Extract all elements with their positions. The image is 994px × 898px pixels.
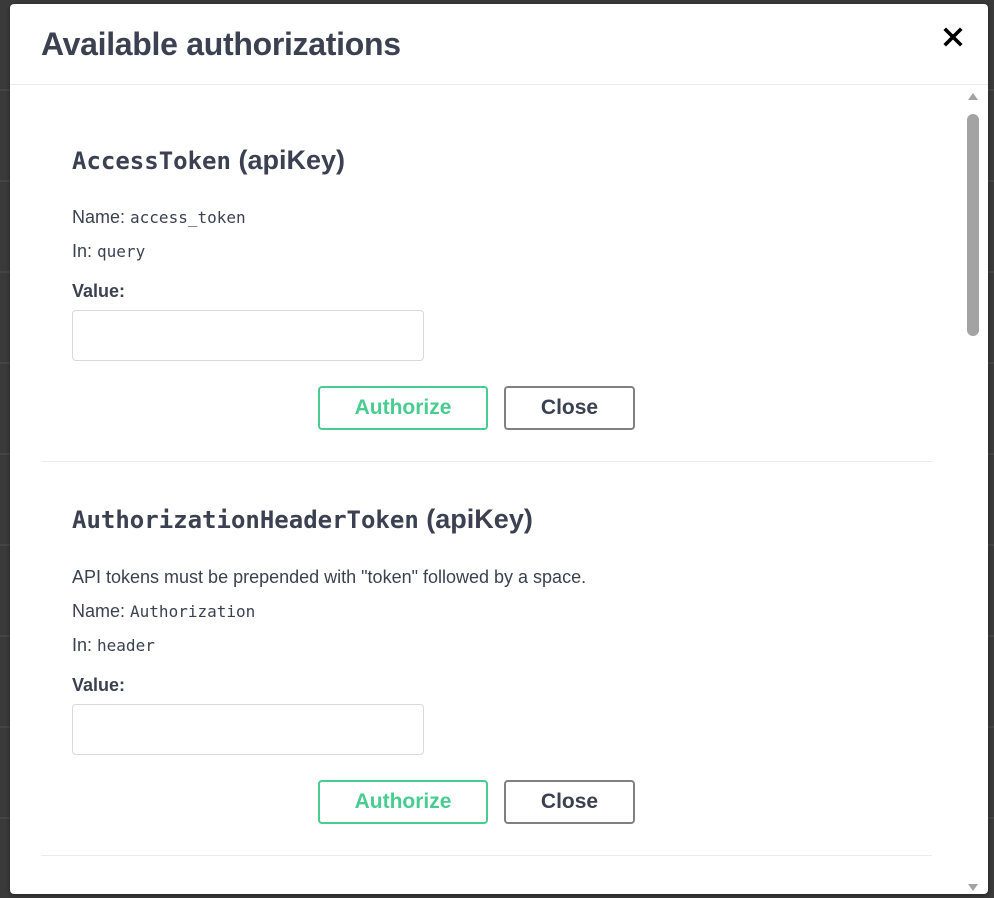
name-value: Authorization bbox=[130, 602, 256, 621]
authorize-button[interactable]: Authorize bbox=[318, 780, 488, 824]
value-label: Value: bbox=[72, 675, 126, 695]
auth-heading: AccessToken (apiKey) bbox=[72, 145, 345, 176]
auth-scheme-name: AccessToken bbox=[72, 147, 231, 175]
in-label: In: bbox=[72, 635, 93, 655]
close-button[interactable]: Close bbox=[504, 780, 635, 824]
name-label: Name: bbox=[72, 601, 126, 621]
in-value: query bbox=[97, 242, 146, 261]
access-token-value-input[interactable] bbox=[72, 310, 424, 361]
vertical-scrollbar[interactable] bbox=[966, 90, 980, 894]
modal-body: AccessToken (apiKey) Name: access_token … bbox=[10, 85, 988, 894]
auth-in-line: In: query bbox=[72, 241, 145, 262]
name-value: access_token bbox=[130, 208, 246, 227]
scrollbar-thumb[interactable] bbox=[967, 114, 979, 336]
authorize-button[interactable]: Authorize bbox=[318, 386, 488, 430]
authorization-header-value-input[interactable] bbox=[72, 704, 424, 755]
in-label: In: bbox=[72, 241, 93, 261]
auth-in-line: In: header bbox=[72, 635, 155, 656]
auth-modal: Available authorizations AccessToken (ap… bbox=[10, 4, 988, 894]
auth-name-line: Name: access_token bbox=[72, 207, 246, 228]
close-icon bbox=[943, 27, 963, 47]
modal-title: Available authorizations bbox=[41, 26, 401, 62]
value-label: Value: bbox=[72, 281, 126, 301]
modal-close-button[interactable] bbox=[940, 24, 966, 50]
close-button[interactable]: Close bbox=[504, 386, 635, 430]
in-value: header bbox=[97, 636, 155, 655]
auth-heading: AuthorizationHeaderToken (apiKey) bbox=[72, 504, 533, 535]
auth-block-access-token: AccessToken (apiKey) Name: access_token … bbox=[41, 85, 932, 462]
auth-name-line: Name: Authorization bbox=[72, 601, 255, 622]
scroll-up-arrow-icon[interactable] bbox=[967, 90, 979, 102]
scroll-down-arrow-icon[interactable] bbox=[967, 882, 979, 894]
auth-scheme-type: (apiKey) bbox=[238, 145, 345, 175]
auth-scheme-type: (apiKey) bbox=[426, 504, 533, 534]
name-label: Name: bbox=[72, 207, 126, 227]
auth-description: API tokens must be prepended with "token… bbox=[72, 567, 587, 587]
auth-block-authorization-header-token: AuthorizationHeaderToken (apiKey) API to… bbox=[41, 462, 932, 856]
auth-list: AccessToken (apiKey) Name: access_token … bbox=[41, 85, 932, 856]
modal-header: Available authorizations bbox=[10, 4, 988, 85]
auth-scheme-name: AuthorizationHeaderToken bbox=[72, 506, 419, 534]
